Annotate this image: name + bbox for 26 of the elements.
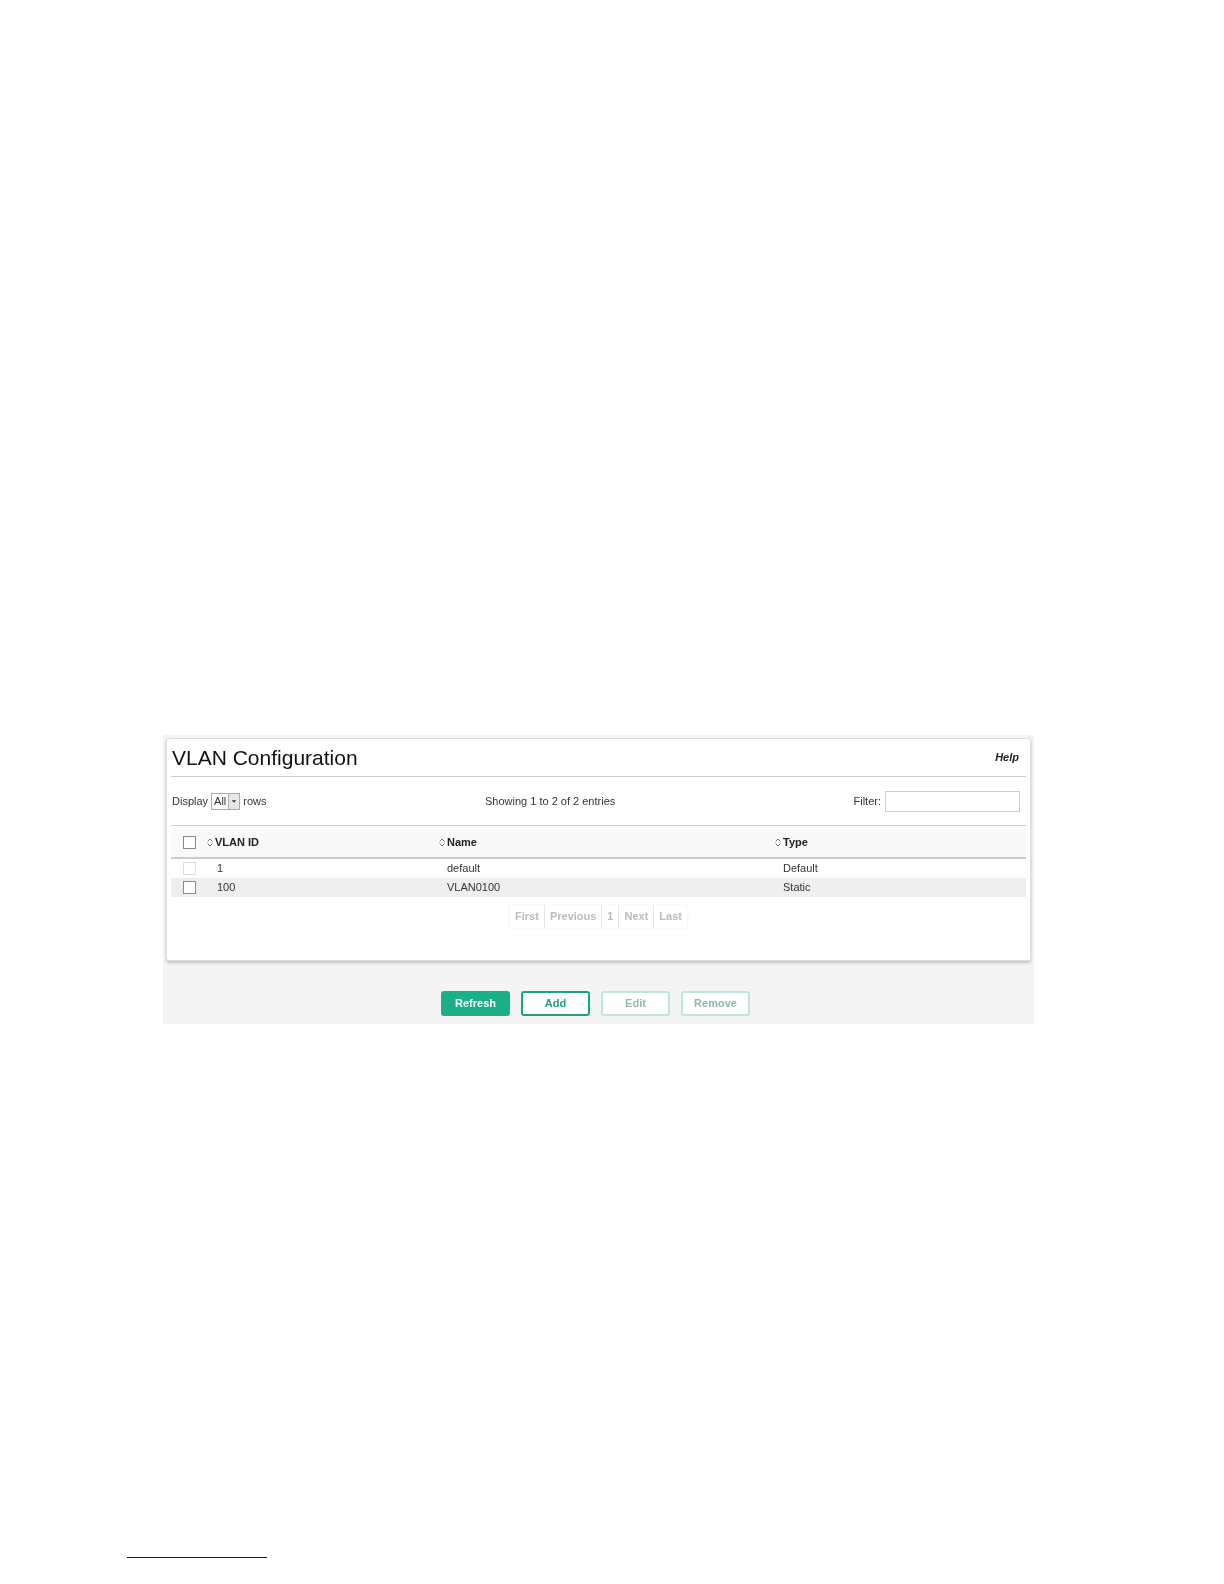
table-cell: Default [783, 862, 818, 875]
filter-field[interactable] [885, 790, 1020, 812]
display-label: Display [172, 793, 209, 809]
table-cell: Static [783, 881, 811, 894]
rows-label: rows [243, 793, 267, 809]
help-link[interactable]: Help [995, 749, 1019, 766]
table-row[interactable]: 100 VLAN0100 Static [171, 878, 1026, 897]
checkbox[interactable] [182, 835, 196, 849]
table-cell: VLAN0100 [447, 881, 501, 894]
entries-summary: Showing 1 to 2 of 2 entries [485, 793, 616, 809]
sort-icon [207, 837, 213, 847]
action-button[interactable]: Refresh [441, 991, 510, 1016]
checkbox[interactable] [182, 881, 196, 894]
sort-icon [775, 837, 781, 847]
rows-dropdown[interactable]: All [211, 792, 241, 810]
table-cell: 100 [217, 881, 236, 894]
caret-icon [228, 793, 240, 809]
column-header[interactable]: Name [447, 833, 477, 851]
panel-title: VLAN Configuration [172, 744, 358, 771]
column-header[interactable]: VLAN ID [215, 833, 259, 851]
sort-icon [439, 837, 445, 847]
action-button[interactable]: Add [521, 991, 590, 1016]
column-header[interactable]: Type [783, 833, 808, 851]
table-cell: 1 [217, 862, 224, 875]
table-cell: default [447, 862, 481, 875]
filter-label: Filter: [853, 793, 881, 809]
